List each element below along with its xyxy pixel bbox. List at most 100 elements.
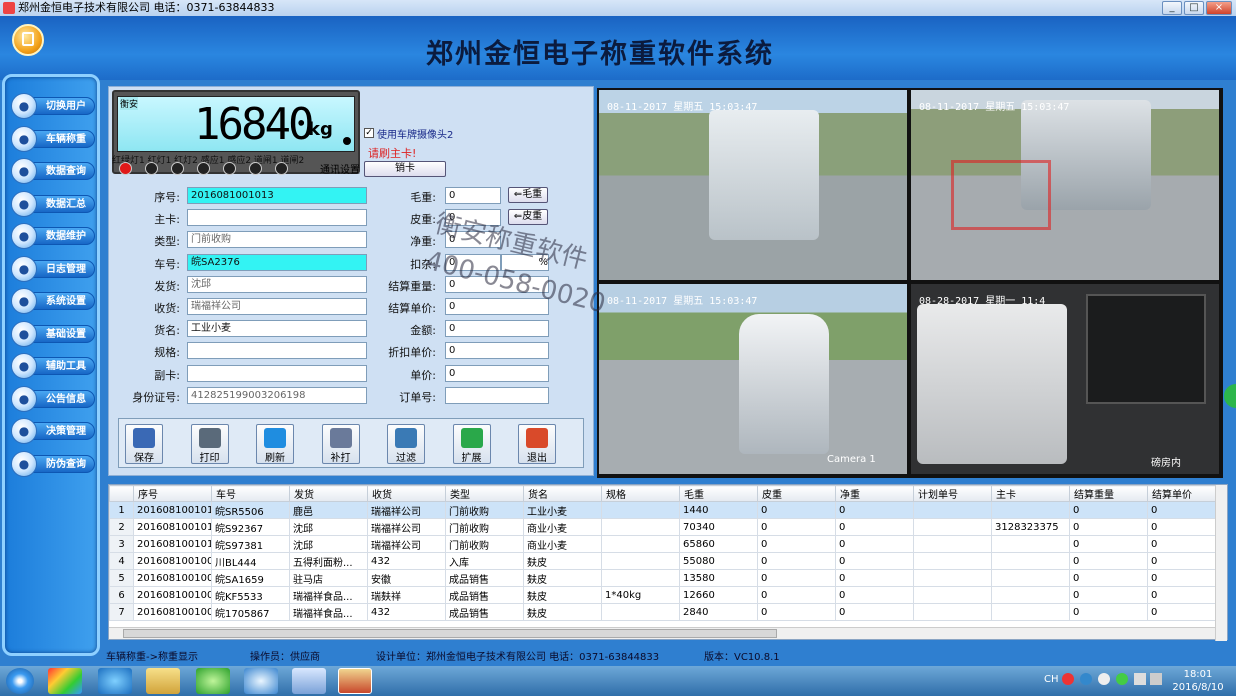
table-row[interactable]: 1 2016081001012 皖SR5506 鹿邑 瑞福祥公司 门前收购 工业小麦 1440… (109, 501, 1218, 519)
field-input[interactable]: 0 (445, 187, 501, 204)
column-header[interactable]: 规格 (601, 485, 680, 502)
field-input[interactable]: 0 (445, 275, 549, 293)
field-input[interactable]: 0 (445, 231, 501, 249)
sidebar-item[interactable]: 决策管理 ● (11, 418, 95, 444)
column-header[interactable]: 收货 (367, 485, 446, 502)
system-clock[interactable]: 18:01 2016/8/10 (1166, 668, 1230, 694)
table-row[interactable]: 4 2016081001009 川BL444 五得利面粉... 432 入库 麸皮 55080… (109, 552, 1218, 570)
camera-view-3[interactable]: 08-11-2017 星期五 15:03:47 Camera 1 (599, 284, 907, 474)
table-cell: 0 (1069, 569, 1148, 587)
sidebar-item[interactable]: 切换用户 ● (11, 93, 95, 119)
sidebar-item[interactable]: 日志管理 ● (11, 255, 95, 282)
network-icon[interactable] (1150, 673, 1162, 685)
column-header[interactable]: 发货 (289, 485, 368, 502)
browser-app-icon[interactable] (244, 668, 278, 694)
toolbar-button[interactable]: 过滤 (387, 424, 425, 464)
toolbar-button[interactable]: 扩展 (452, 424, 491, 464)
scrollbar-thumb[interactable] (123, 629, 777, 638)
camera-view-1[interactable]: 08-11-2017 星期五 15:03:47 (599, 90, 907, 280)
minimize-button[interactable]: _ (1162, 1, 1182, 15)
toolbar-button[interactable]: 补打 (321, 424, 360, 464)
language-indicator[interactable]: CH (1044, 674, 1059, 685)
tare-weight-button[interactable]: ⇐皮重 (508, 209, 548, 225)
field-input[interactable]: 工业小麦 (187, 320, 367, 338)
sidebar-item[interactable]: 数据查询 ● (11, 158, 95, 184)
network-app-icon[interactable] (292, 668, 326, 694)
field-input[interactable] (187, 342, 367, 360)
file-explorer-icon[interactable] (146, 668, 180, 694)
field-input[interactable]: 沈邱 (187, 275, 367, 293)
ie-browser-icon[interactable] (98, 668, 132, 694)
column-header[interactable]: 结算单价 (1147, 485, 1218, 502)
field-input[interactable] (445, 386, 549, 404)
sidebar-item[interactable]: 公告信息 ● (11, 385, 95, 412)
vertical-scrollbar[interactable] (1215, 485, 1227, 641)
sidebar-item[interactable]: 数据汇总 ● (11, 190, 95, 217)
start-button-icon[interactable] (6, 668, 34, 694)
sidebar-item[interactable]: 辅助工具 ● (11, 353, 95, 379)
sidebar-item[interactable]: 基础设置 ● (11, 320, 95, 347)
field-input[interactable]: 0 (445, 298, 549, 315)
tray-icon[interactable] (1116, 673, 1128, 685)
field-input[interactable]: 0 (445, 320, 549, 338)
refresh-app-icon[interactable] (196, 668, 230, 694)
column-header[interactable]: 序号 (133, 485, 212, 502)
toolbar-button[interactable]: 保存 (125, 424, 163, 464)
camera-grid: 08-11-2017 星期五 15:03:47 08-11-2017 星期五 1… (597, 88, 1223, 478)
tray-icon[interactable] (1098, 673, 1110, 685)
table-row[interactable]: 2 2016081001011 皖S92367 沈邱 瑞福祥公司 门前收购 商业小麦 7034… (109, 518, 1218, 536)
cancel-card-button[interactable]: 销卡 (364, 161, 446, 177)
table-row[interactable]: 6 2016081001004 皖KF5533 瑞福祥食品... 瑞麸祥 成品销售 麸皮 1*… (109, 586, 1218, 604)
column-header[interactable]: 主卡 (991, 485, 1070, 502)
field-input[interactable] (187, 209, 367, 227)
close-button[interactable]: × (1206, 1, 1232, 15)
sidebar-item[interactable]: 数据维护 ● (11, 223, 95, 249)
field-input[interactable]: 0 (445, 342, 549, 360)
taskbar-app-icon[interactable] (48, 668, 82, 694)
column-header[interactable]: 类型 (445, 485, 524, 502)
help-tray-icon[interactable] (1080, 673, 1092, 685)
toolbar-button[interactable]: 刷新 (256, 424, 294, 464)
field-input[interactable]: 0 (445, 209, 501, 227)
sidebar-item-label: 切换用户 (31, 97, 95, 115)
comm-settings-link[interactable]: 通讯设置 (320, 161, 360, 176)
search-icon: ● (11, 158, 37, 184)
gross-weight-button[interactable]: ⇐毛重 (508, 187, 548, 203)
volume-icon[interactable] (1134, 673, 1146, 685)
toolbar-button[interactable]: 退出 (518, 424, 556, 464)
plate-camera-checkbox[interactable]: ✓ (364, 128, 374, 138)
column-header[interactable]: 车号 (211, 485, 290, 502)
field-input[interactable]: 皖SA2376 (187, 253, 367, 271)
printer-icon (198, 428, 221, 448)
field-input[interactable]: 0 (445, 364, 549, 382)
sidebar-item[interactable]: 车辆称重 ● (11, 125, 95, 152)
column-header[interactable]: 皮重 (757, 485, 836, 502)
camera-view-2[interactable]: 08-11-2017 星期五 15:03:47 (911, 90, 1219, 280)
toolbar-button[interactable]: 打印 (190, 424, 229, 464)
camera-view-4[interactable]: 08-28-2017 星期一 11:4 磅房内 (911, 284, 1219, 474)
column-header[interactable]: 结算重量 (1069, 485, 1148, 502)
sidebar-item[interactable]: 系统设置 ● (11, 288, 95, 314)
table-row[interactable]: 5 2016081001005 皖SA1659 驻马店 安徽 成品销售 麸皮 13580 0 0 0… (109, 569, 1218, 587)
field-input[interactable] (187, 364, 367, 382)
weighing-app-taskbar-icon[interactable] (338, 668, 372, 694)
app-logo-icon[interactable] (12, 24, 44, 56)
column-header[interactable]: 毛重 (679, 485, 758, 502)
column-header[interactable]: 净重 (835, 485, 914, 502)
table-row[interactable]: 7 2016081001003 皖1705867 瑞福祥食品... 432 成品销售 麸皮 2… (109, 603, 1218, 621)
field-input[interactable]: 412825199003206198 (187, 386, 367, 404)
horizontal-scrollbar[interactable] (109, 627, 1215, 639)
maximize-button[interactable]: □ (1184, 1, 1204, 15)
field-input[interactable]: 2016081001013 (187, 187, 367, 204)
field-input[interactable]: 门前收购 (187, 231, 367, 249)
app-header: 郑州金恒电子称重软件系统 (0, 16, 1236, 80)
weight-value: 16840 (194, 99, 314, 150)
tray-icon[interactable] (1062, 673, 1074, 685)
column-header[interactable]: 货名 (523, 485, 602, 502)
field-input[interactable]: 瑞福祥公司 (187, 298, 367, 315)
field-input[interactable]: 0 (445, 253, 501, 271)
expand-panel-icon[interactable] (1224, 384, 1236, 408)
column-header[interactable]: 计划单号 (913, 485, 992, 502)
table-row[interactable]: 3 2016081001010 皖S97381 沈邱 瑞福祥公司 门前收购 商业小麦 6586… (109, 535, 1218, 553)
sidebar-item[interactable]: 防伪查询 ● (11, 450, 95, 477)
